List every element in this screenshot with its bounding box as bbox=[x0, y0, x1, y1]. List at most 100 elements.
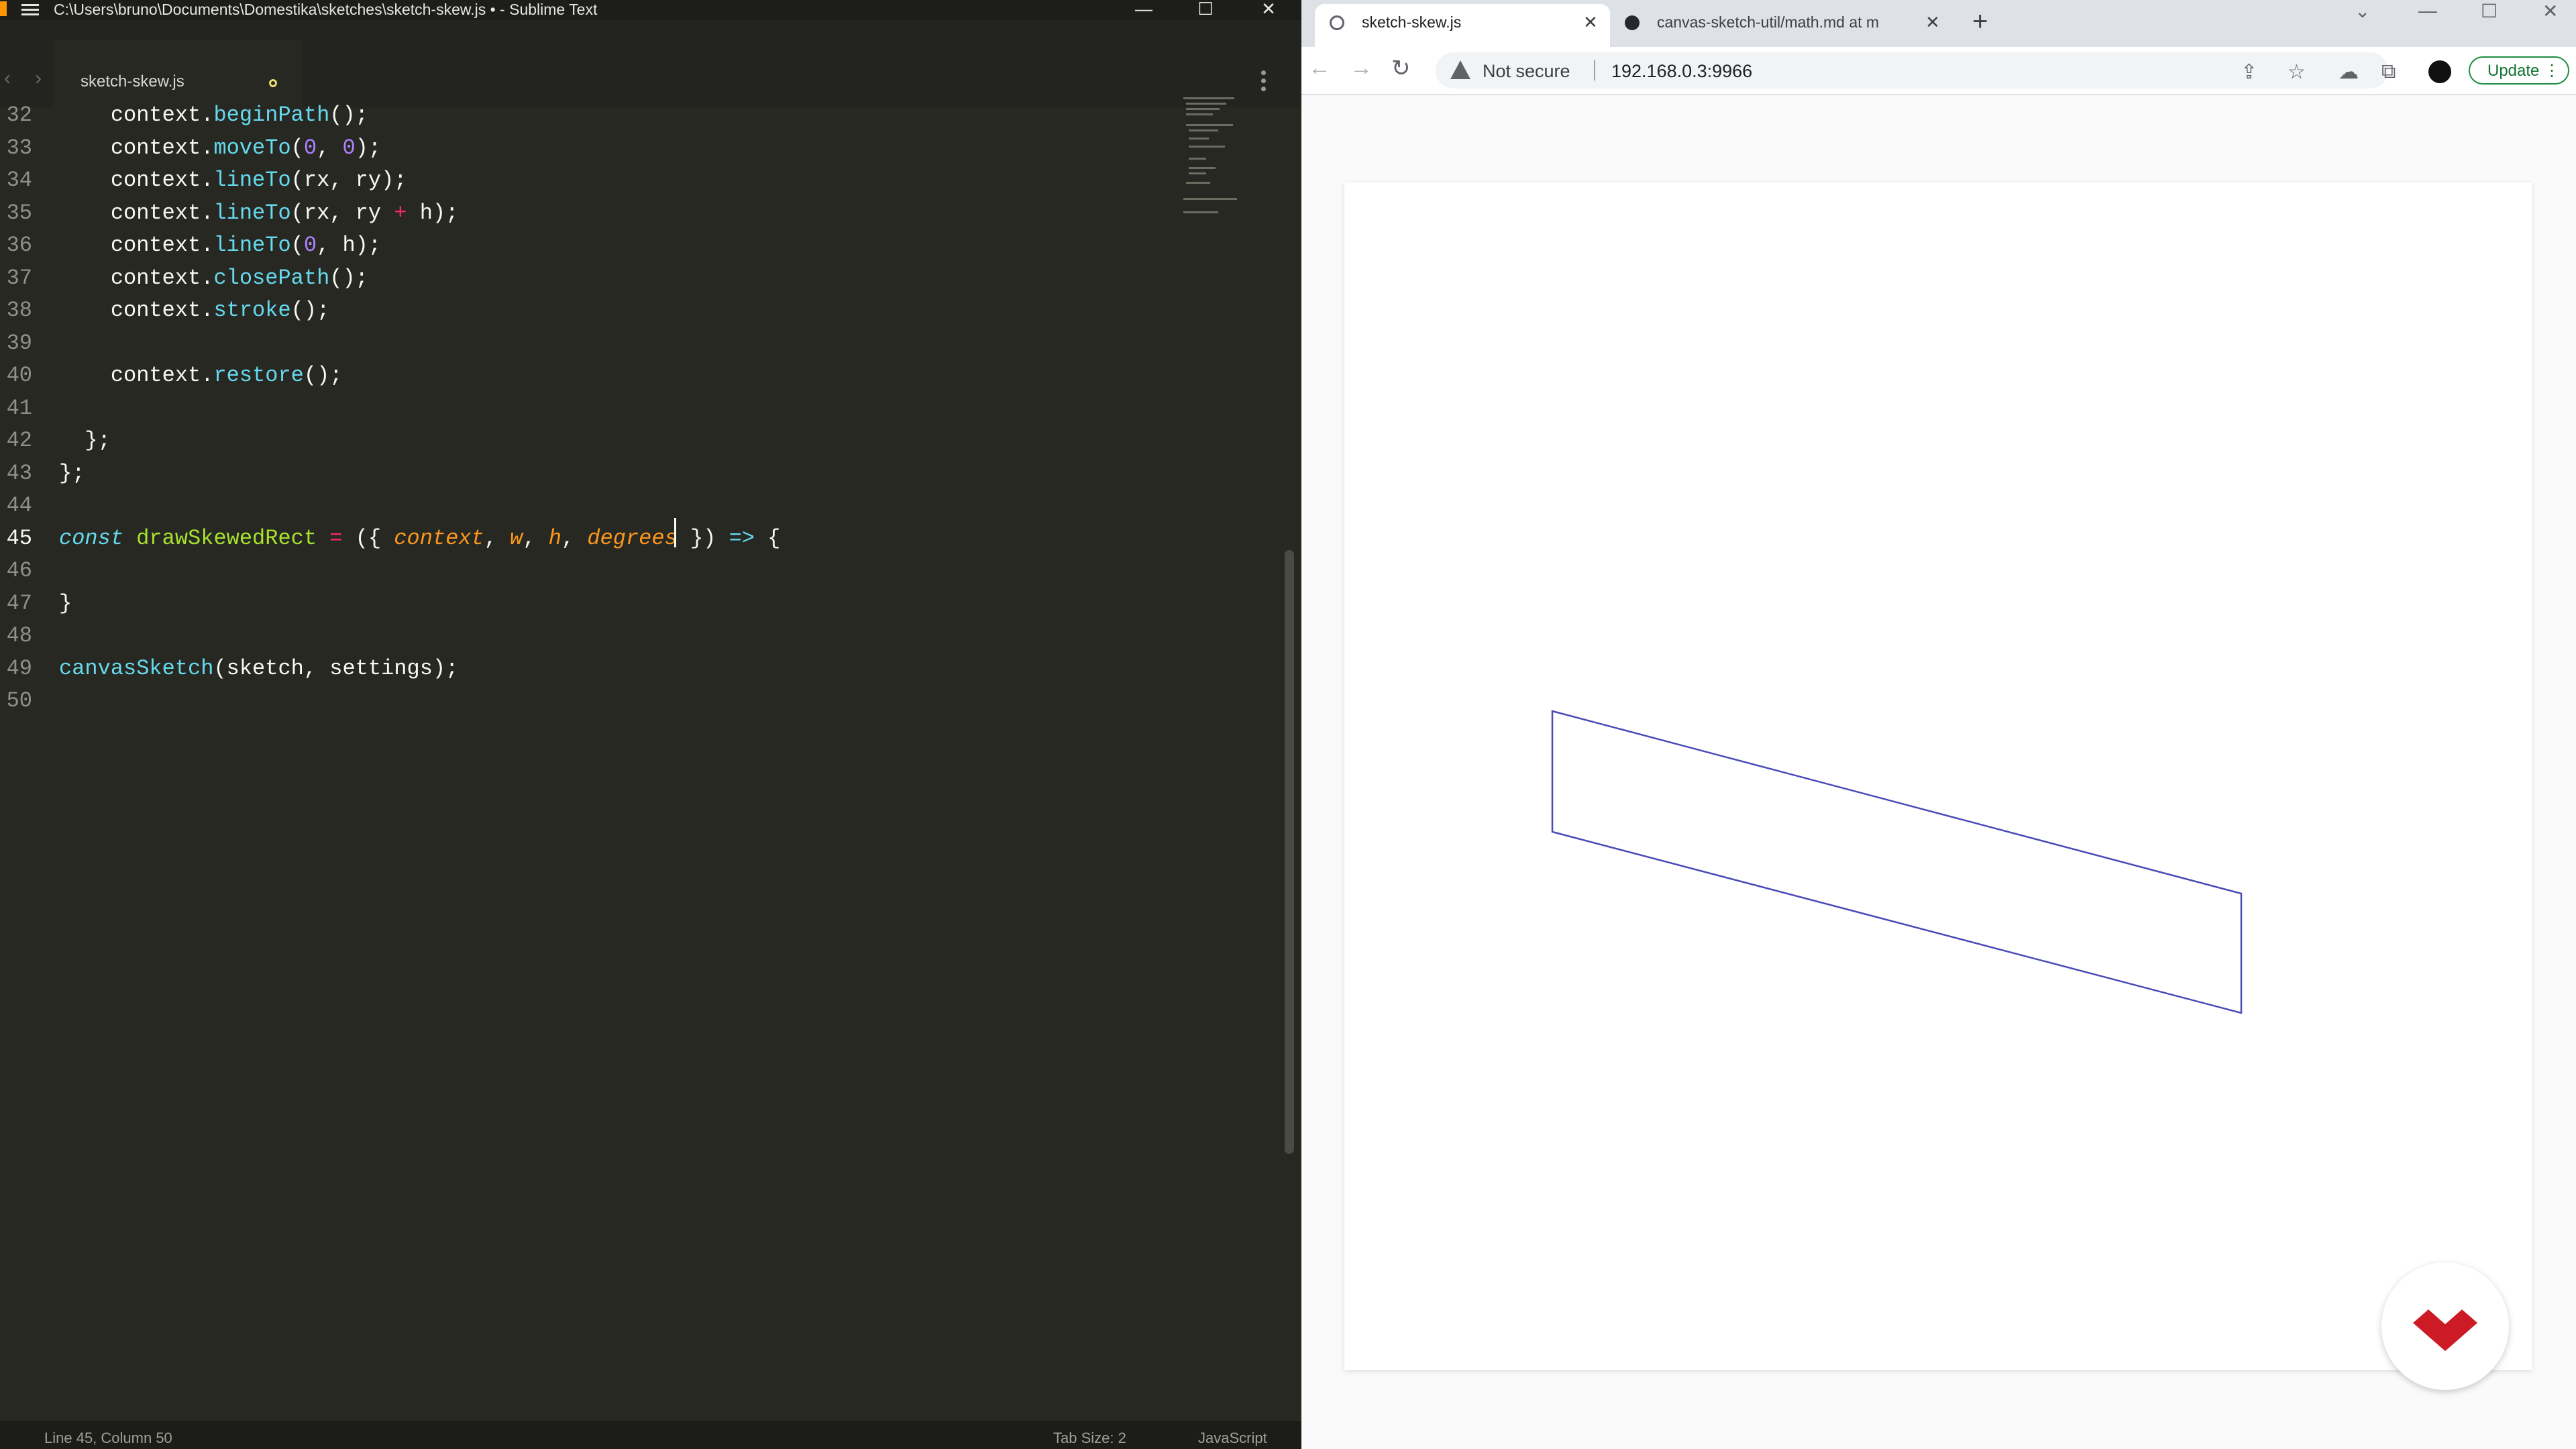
back-arrow-icon[interactable]: ← bbox=[1308, 55, 1331, 81]
line-number: 50 bbox=[6, 688, 32, 713]
code-token: h bbox=[548, 525, 561, 551]
warning-triangle-icon[interactable] bbox=[1450, 60, 1470, 79]
profile-avatar[interactable] bbox=[2428, 60, 2451, 83]
code-text[interactable]: context.lineTo(rx, ry); bbox=[59, 164, 407, 197]
code-token: canvasSketch bbox=[59, 655, 214, 681]
unsaved-dot-icon[interactable] bbox=[269, 79, 277, 87]
browser-close-button[interactable]: ✕ bbox=[2542, 0, 2558, 22]
code-line[interactable]: 32 context.beginPath(); bbox=[0, 99, 1194, 131]
tab-nav-forward-icon[interactable]: › bbox=[35, 67, 42, 90]
bookmark-star-icon[interactable]: ☆ bbox=[2288, 60, 2306, 84]
code-text[interactable]: const drawSkewedRect = ({ context, w, h,… bbox=[59, 523, 780, 555]
line-number: 33 bbox=[6, 135, 32, 160]
update-button[interactable]: Update ⋮ bbox=[2469, 56, 2569, 85]
code-text[interactable]: }; bbox=[59, 458, 85, 490]
close-tab-icon[interactable]: ✕ bbox=[1583, 4, 1598, 40]
line-number: 45 bbox=[6, 525, 32, 551]
close-tab-icon[interactable]: ✕ bbox=[1925, 4, 1940, 40]
code-token: 0 bbox=[342, 135, 356, 160]
code-text[interactable]: context.restore(); bbox=[59, 360, 343, 392]
code-text[interactable]: context.lineTo(0, h); bbox=[59, 229, 381, 262]
reload-icon[interactable]: ↻ bbox=[1391, 55, 1411, 82]
new-tab-button[interactable]: + bbox=[1972, 7, 1988, 37]
code-line[interactable]: 42 }; bbox=[0, 425, 1194, 457]
cursor-position[interactable]: Line 45, Column 50 bbox=[44, 1421, 172, 1449]
code-line[interactable]: 34 context.lineTo(rx, ry); bbox=[0, 164, 1194, 197]
extensions-icon[interactable]: ⧉ bbox=[2381, 60, 2396, 83]
code-token: closePath bbox=[213, 265, 330, 290]
syntax-indicator[interactable]: JavaScript bbox=[1198, 1421, 1267, 1449]
code-line[interactable]: 41 bbox=[0, 392, 1194, 425]
code-line[interactable]: 49 canvasSketch(sketch, settings); bbox=[0, 653, 1194, 685]
code-line[interactable]: 38 context.stroke(); bbox=[0, 294, 1194, 327]
line-number: 48 bbox=[6, 623, 32, 648]
editor-tab-bar: ‹ › sketch-skew.js bbox=[0, 20, 1301, 107]
code-text[interactable]: }; bbox=[59, 425, 111, 457]
code-text[interactable]: context.lineTo(rx, ry + h); bbox=[59, 197, 458, 229]
code-token: => bbox=[729, 525, 755, 551]
domestika-logo-button[interactable] bbox=[2381, 1263, 2509, 1390]
code-token: degrees bbox=[587, 525, 678, 551]
code-line[interactable]: 47} bbox=[0, 588, 1194, 620]
code-text[interactable]: canvasSketch(sketch, settings); bbox=[59, 653, 458, 685]
forward-arrow-icon[interactable]: → bbox=[1350, 55, 1373, 81]
editor-scrollbar[interactable] bbox=[1285, 550, 1294, 1154]
code-text[interactable]: context.beginPath(); bbox=[59, 99, 368, 131]
code-token: h); bbox=[407, 200, 459, 225]
tab-nav-back-icon[interactable]: ‹ bbox=[4, 67, 11, 90]
tab-overflow-menu-icon[interactable] bbox=[1261, 70, 1267, 95]
code-token: context. bbox=[59, 135, 214, 160]
code-token: context. bbox=[59, 103, 214, 127]
code-text[interactable]: context.moveTo(0, 0); bbox=[59, 132, 381, 164]
editor-window-title: C:\Users\bruno\Documents\Domestika\sketc… bbox=[54, 1, 598, 18]
minimap[interactable] bbox=[1183, 97, 1250, 231]
editor-tab-sketch-skew[interactable]: sketch-skew.js bbox=[54, 40, 302, 107]
line-number: 47 bbox=[6, 590, 32, 616]
code-token: }; bbox=[59, 428, 111, 453]
editor-close-button[interactable]: ✕ bbox=[1238, 0, 1299, 20]
code-text[interactable]: } bbox=[59, 588, 72, 620]
hamburger-menu-icon[interactable] bbox=[21, 2, 39, 17]
code-line[interactable]: 36 context.lineTo(0, h); bbox=[0, 229, 1194, 262]
code-text[interactable]: context.stroke(); bbox=[59, 294, 329, 327]
browser-viewport bbox=[1301, 95, 2576, 1449]
line-number: 46 bbox=[6, 558, 32, 583]
tab-search-icon[interactable]: ⌄ bbox=[2355, 0, 2370, 22]
browser-maximize-button[interactable]: ☐ bbox=[2481, 0, 2498, 22]
code-line[interactable]: 37 context.closePath(); bbox=[0, 262, 1194, 294]
code-line[interactable]: 44 bbox=[0, 490, 1194, 522]
code-token: ( bbox=[290, 135, 304, 160]
code-line[interactable]: 39 bbox=[0, 327, 1194, 360]
editor-status-bar: Line 45, Column 50 Tab Size: 2 JavaScrip… bbox=[0, 1421, 1301, 1449]
sketch-canvas[interactable] bbox=[1344, 182, 2532, 1370]
security-indicator[interactable]: Not secure bbox=[1483, 61, 1570, 82]
sublime-text-window: C:\Users\bruno\Documents\Domestika\sketc… bbox=[0, 0, 1301, 1449]
code-line[interactable]: 35 context.lineTo(rx, ry + h); bbox=[0, 197, 1194, 229]
code-line[interactable]: 33 context.moveTo(0, 0); bbox=[0, 132, 1194, 164]
code-line[interactable]: 45 const drawSkewedRect = ({ context, w, … bbox=[0, 523, 1194, 555]
code-line[interactable]: 50 bbox=[0, 685, 1194, 717]
editor-minimize-button[interactable]: — bbox=[1114, 0, 1174, 20]
code-text[interactable]: context.closePath(); bbox=[59, 262, 368, 294]
code-editor[interactable]: 32 context.beginPath(); 33 context.moveTo… bbox=[0, 99, 1194, 1414]
line-number: 43 bbox=[6, 460, 32, 486]
code-token: } bbox=[59, 590, 72, 616]
url-text[interactable]: 192.168.0.3:9966 bbox=[1611, 61, 1752, 82]
more-menu-icon[interactable]: ⋮ bbox=[2544, 58, 2560, 85]
code-line[interactable]: 48 bbox=[0, 620, 1194, 652]
cloud-icon[interactable]: ☁ bbox=[2339, 60, 2359, 84]
browser-tab-sketch[interactable]: sketch-skew.js ✕ bbox=[1315, 4, 1610, 47]
code-line[interactable]: 40 context.restore(); bbox=[0, 360, 1194, 392]
skewed-rect-drawing bbox=[1551, 710, 2243, 1014]
browser-tab-math-md[interactable]: canvas-sketch-util/math.md at m ✕ bbox=[1610, 4, 1952, 47]
code-line[interactable]: 46 bbox=[0, 555, 1194, 587]
code-token: (rx, ry bbox=[290, 200, 394, 225]
code-token: (rx, ry); bbox=[290, 168, 407, 193]
code-line[interactable]: 43}; bbox=[0, 458, 1194, 490]
browser-minimize-button[interactable]: — bbox=[2418, 0, 2437, 21]
share-icon[interactable]: ⇪ bbox=[2241, 60, 2257, 84]
code-token: context bbox=[394, 525, 484, 551]
tab-size-indicator[interactable]: Tab Size: 2 bbox=[1053, 1421, 1126, 1449]
editor-maximize-button[interactable]: ☐ bbox=[1175, 0, 1236, 20]
code-token: w bbox=[510, 525, 523, 551]
